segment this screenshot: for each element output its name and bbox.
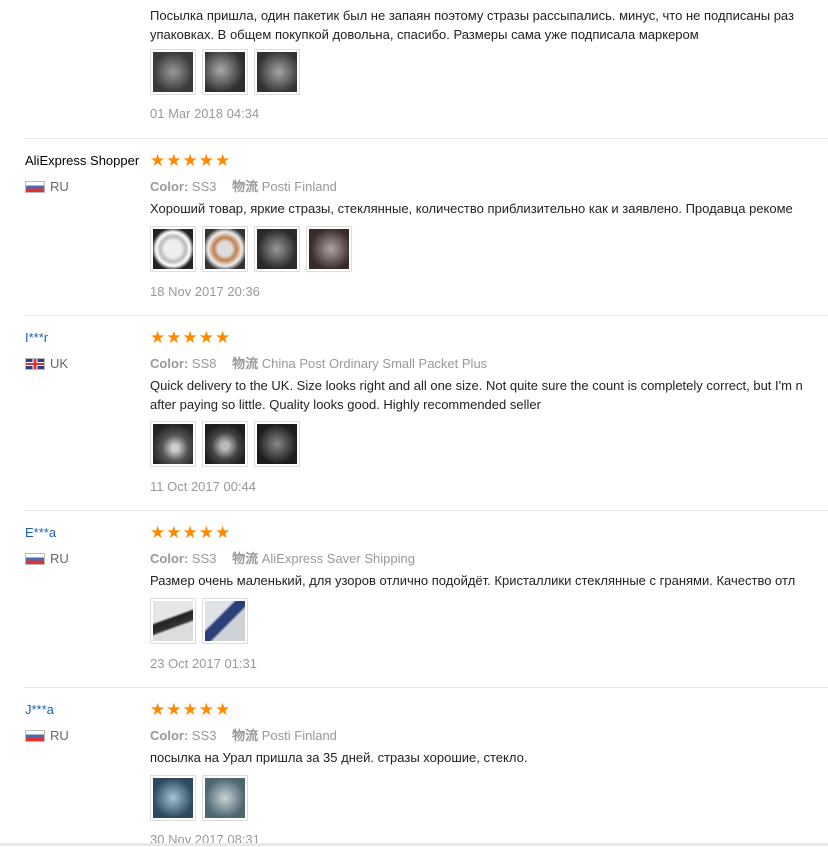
star-icon: ★ [198,700,214,719]
review-date: 18 Nov 2017 20:36 [150,284,260,299]
review-photo[interactable] [150,226,196,272]
review-photo[interactable] [306,226,352,272]
review-shipping: Posti Finland [261,728,337,743]
star-icon: ★ [182,523,198,542]
star-icon: ★ [215,151,231,170]
star-icon: ★ [150,523,166,542]
review-photo[interactable] [254,49,300,95]
star-icon: ★ [166,700,182,719]
review-photo[interactable] [254,421,300,467]
review-photo[interactable] [254,226,300,272]
review-photo[interactable] [202,421,248,467]
review-photo[interactable] [202,598,248,644]
star-icon: ★ [166,328,182,347]
reviewer-country: UK [25,356,68,371]
review-photo[interactable] [202,775,248,821]
review-divider [24,315,828,316]
review-photo[interactable] [202,49,248,95]
uk-flag-icon [25,357,45,370]
star-icon: ★ [198,328,214,347]
review-color: SS3 [191,179,217,194]
review-shipping: Posti Finland [261,179,337,194]
review-photos [150,49,300,95]
russia-flag-icon [25,552,45,565]
reviewer-name: AliExpress Shopper [25,153,140,168]
review-color: SS3 [191,728,217,743]
review-text: Размер очень маленький, для узоров отлич… [150,573,796,588]
star-icon: ★ [166,151,182,170]
reviewer-name: I***r [25,330,49,345]
star-icon: ★ [215,328,231,347]
star-icon: ★ [215,700,231,719]
review-divider [24,138,828,139]
review-photo[interactable] [150,775,196,821]
review-meta: Color: SS3 物流 AliExpress Saver Shipping [150,551,415,566]
review-photos [150,598,248,644]
review-text: Хороший товар, яркие стразы, стеклянные,… [150,201,793,216]
star-icon: ★ [215,523,231,542]
review-text: посылка на Урал пришла за 35 дней. страз… [150,750,528,765]
review-divider [24,510,828,511]
reviewer-country: RU [25,728,69,743]
review-photo[interactable] [150,49,196,95]
review-photo[interactable] [202,226,248,272]
review-color: SS3 [191,551,217,566]
review-shipping: China Post Ordinary Small Packet Plus [261,356,488,371]
review-shipping: AliExpress Saver Shipping [261,551,415,566]
star-icon: ★ [150,700,166,719]
review-meta: Color: SS8 物流 China Post Ordinary Small … [150,356,488,371]
star-icon: ★ [182,151,198,170]
review-text: Посылка пришла, один пакетик был не запа… [150,8,794,42]
reviewer-country: RU [25,551,69,566]
review-date: 23 Oct 2017 01:31 [150,656,257,671]
review-photos [150,421,300,467]
review-divider [24,687,828,688]
review-meta: Color: SS3 物流 Posti Finland [150,728,337,743]
rating-stars: ★ ★ ★ ★ ★ [150,152,230,169]
star-icon: ★ [182,700,198,719]
review-photo[interactable] [150,421,196,467]
star-icon: ★ [150,151,166,170]
rating-stars: ★ ★ ★ ★ ★ [150,329,230,346]
star-icon: ★ [182,328,198,347]
review-text: Quick delivery to the UK. Size looks rig… [150,378,803,412]
rating-stars: ★ ★ ★ ★ ★ [150,524,230,541]
star-icon: ★ [198,151,214,170]
review-date: 01 Mar 2018 04:34 [150,106,260,121]
star-icon: ★ [198,523,214,542]
reviewer-name: J***a [25,702,54,717]
review-date: 11 Oct 2017 00:44 [150,479,257,494]
reviewer-name: E***a [25,525,57,540]
russia-flag-icon [25,729,45,742]
russia-flag-icon [25,180,45,193]
reviewer-country: RU [25,179,69,194]
rating-stars: ★ ★ ★ ★ ★ [150,701,230,718]
star-icon: ★ [150,328,166,347]
review-meta: Color: SS3 物流 Posti Finland [150,179,337,194]
review-photos [150,775,248,821]
review-color: SS8 [191,356,217,371]
review-photos [150,226,352,272]
star-icon: ★ [166,523,182,542]
review-photo[interactable] [150,598,196,644]
